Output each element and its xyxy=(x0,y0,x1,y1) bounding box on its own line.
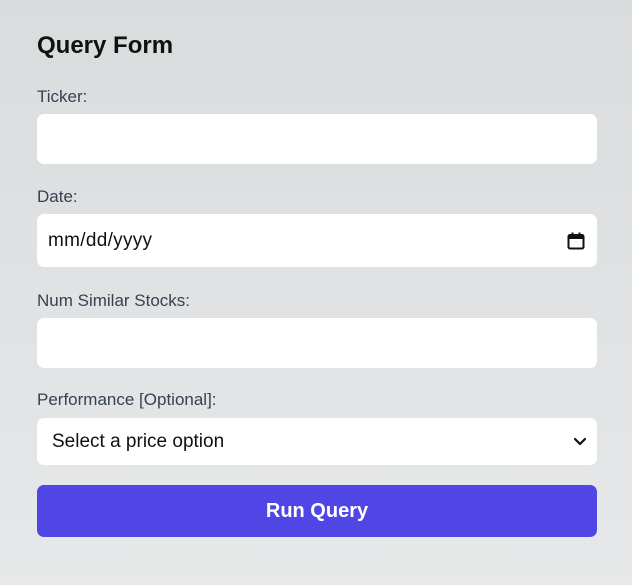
performance-label: Performance [Optional]: xyxy=(37,390,217,409)
chevron-down-icon xyxy=(573,437,587,447)
date-value: mm/dd/yyyy xyxy=(48,229,153,251)
performance-select[interactable]: Select a price option xyxy=(37,418,597,465)
calendar-icon[interactable] xyxy=(567,232,585,250)
num-similar-input[interactable] xyxy=(37,318,597,368)
ticker-label: Ticker: xyxy=(37,87,88,106)
query-form: Query Form Ticker: Date: mm/dd/yyyy Num … xyxy=(37,30,597,537)
ticker-input[interactable] xyxy=(37,114,597,164)
date-input[interactable]: mm/dd/yyyy xyxy=(37,214,597,267)
performance-selected-value: Select a price option xyxy=(52,430,225,452)
date-label: Date: xyxy=(37,187,78,206)
run-query-button[interactable]: Run Query xyxy=(37,485,597,537)
form-title: Query Form xyxy=(37,32,174,59)
num-similar-label: Num Similar Stocks: xyxy=(37,291,191,310)
